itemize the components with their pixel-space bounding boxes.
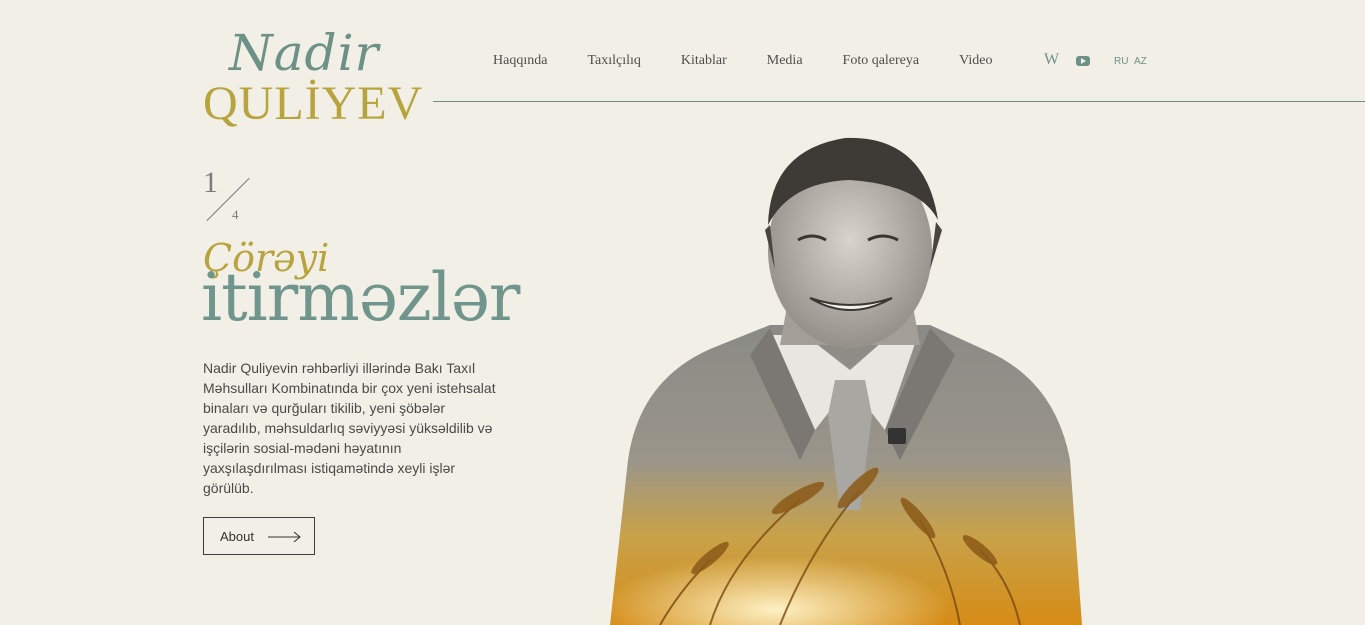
lang-az-link[interactable]: AZ: [1134, 56, 1147, 67]
nav-item-video[interactable]: Video: [959, 53, 992, 69]
slide-counter-total: 4: [232, 207, 239, 222]
nav-item-kitablar[interactable]: Kitablar: [681, 53, 727, 69]
nav-item-taxilciliq[interactable]: Taxılçılıq: [587, 53, 640, 69]
logo-script-text: Nadir: [229, 24, 380, 82]
nav-item-media[interactable]: Media: [767, 53, 803, 69]
about-button[interactable]: About: [203, 517, 315, 555]
arrow-right-icon: [268, 531, 301, 543]
nav-divider: [433, 101, 1365, 102]
logo-caps-text: QULİYEV: [203, 77, 424, 130]
wikipedia-icon[interactable]: W: [1044, 51, 1059, 69]
slide-counter-current: 1: [203, 166, 218, 199]
site-logo[interactable]: Nadir QULİYEV: [203, 18, 422, 133]
nav-item-foto-qalereya[interactable]: Foto qalereya: [843, 53, 920, 69]
main-nav: Haqqında Taxılçılıq Kitablar Media Foto …: [493, 53, 1033, 69]
page: Nadir QULİYEV Haqqında Taxılçılıq Kitabl…: [0, 0, 1365, 625]
hero-portrait-image: [600, 137, 1100, 625]
lang-ru-link[interactable]: RU: [1114, 56, 1128, 67]
hero-description: Nadir Quliyevin rəhbərliyi illərində Bak…: [203, 360, 496, 496]
hero-title-big: itirməzlər: [201, 259, 520, 336]
nav-item-haqqinda[interactable]: Haqqında: [493, 53, 547, 69]
about-button-label: About: [220, 529, 254, 544]
youtube-icon[interactable]: [1076, 56, 1090, 66]
